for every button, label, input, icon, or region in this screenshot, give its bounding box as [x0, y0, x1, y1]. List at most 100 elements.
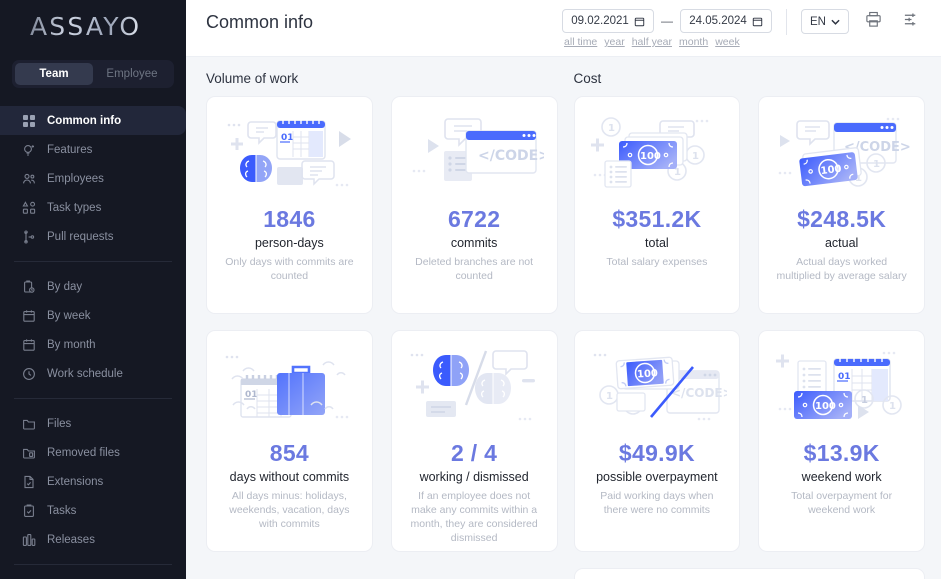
toggle-employee[interactable]: Employee	[93, 63, 171, 85]
suitcase-calendar-illustration: 01	[217, 341, 362, 437]
metric-card-total[interactable]: 1 1 1	[574, 96, 741, 314]
metric-description: Actual days worked multiplied by average…	[769, 256, 914, 284]
quick-range-half-year[interactable]: half year	[632, 36, 672, 48]
chevron-down-icon	[831, 16, 840, 28]
task-types-icon	[22, 201, 36, 215]
date-range-control: 09.02.2021 — 24.05.2024 all time year ha…	[562, 9, 772, 48]
metric-description: Only days with commits are counted	[217, 256, 362, 284]
sidebar-item-files[interactable]: Files	[0, 409, 186, 438]
svg-text:</CODE>: </CODE>	[478, 148, 544, 164]
sidebar-item-extensions[interactable]: Extensions	[0, 467, 186, 496]
printer-icon	[865, 11, 882, 33]
metric-description: Total overpayment for weekend work	[769, 490, 914, 518]
folder-icon	[22, 417, 36, 431]
metric-card-person-days[interactable]: 01 1846	[206, 96, 373, 314]
sidebar-item-work-schedule[interactable]: Work schedule	[0, 359, 186, 388]
metric-value: $351.2K	[612, 206, 701, 233]
top-bar-controls: 09.02.2021 — 24.05.2024 all time year ha…	[562, 9, 925, 48]
calendar-icon[interactable]	[752, 16, 763, 27]
quick-range-week[interactable]: week	[715, 36, 740, 48]
sidebar-item-label: By day	[47, 281, 82, 293]
date-fields: 09.02.2021 — 24.05.2024	[562, 9, 772, 33]
svg-text:1: 1	[606, 391, 613, 402]
sidebar-group-1: Common info Features Employees Task type…	[0, 102, 186, 255]
sidebar-item-by-month[interactable]: By month	[0, 330, 186, 359]
folder-trash-icon	[22, 446, 36, 460]
metric-label: total	[645, 236, 669, 250]
svg-text:1: 1	[861, 395, 868, 406]
metric-card-days-without-commits[interactable]: 01 854	[206, 330, 373, 552]
metric-description: If an employee does not make any commits…	[402, 490, 547, 545]
sidebar-item-label: Features	[47, 144, 92, 156]
sidebar-item-label: Task types	[47, 202, 101, 214]
sidebar-group-3: Files Removed files Extensions Tasks Rel…	[0, 405, 186, 558]
clock-icon	[22, 367, 36, 381]
metric-label: commits	[451, 236, 498, 250]
sidebar-item-label: Tasks	[47, 505, 76, 517]
metric-card-commits[interactable]: </CODE> 6722 commits Deleted branches ar…	[391, 96, 558, 314]
sidebar-item-label: Extensions	[47, 476, 103, 488]
sidebar-item-removed-files[interactable]: Removed files	[0, 438, 186, 467]
quick-range-month[interactable]: month	[679, 36, 708, 48]
print-button[interactable]	[859, 9, 887, 35]
date-to-input[interactable]: 24.05.2024	[680, 9, 772, 33]
sidebar-item-by-day[interactable]: By day	[0, 272, 186, 301]
date-from-input[interactable]: 09.02.2021	[562, 9, 654, 33]
sidebar-item-releases[interactable]: Releases	[0, 525, 186, 554]
svg-text:1: 1	[692, 151, 699, 162]
sidebar: ASSAYO Team Employee Common info Feature…	[0, 0, 186, 579]
sidebar-item-label: Files	[47, 418, 71, 430]
page-title: Common info	[206, 12, 313, 33]
quick-range-year[interactable]: year	[604, 36, 624, 48]
sidebar-item-task-types[interactable]: Task types	[0, 193, 186, 222]
metric-value: 2 / 4	[451, 440, 497, 467]
sidebar-item-common-info[interactable]: Common info	[0, 106, 186, 135]
toggle-team[interactable]: Team	[15, 63, 93, 85]
metric-value: 1846	[263, 206, 315, 233]
card-row: 1 1 1	[574, 96, 926, 314]
svg-text:1: 1	[608, 123, 615, 134]
quick-range-all-time[interactable]: all time	[564, 36, 597, 48]
date-to-value: 24.05.2024	[689, 15, 747, 27]
section-columns: Volume of work	[206, 71, 925, 579]
calendar-icon	[22, 309, 36, 323]
metric-card-working-dismissed[interactable]: 2 / 4 working / dismissed If an employee…	[391, 330, 558, 552]
sidebar-item-label: Work schedule	[47, 368, 123, 380]
sidebar-item-pull-requests[interactable]: Pull requests	[0, 222, 186, 251]
sidebar-item-features[interactable]: Features	[0, 135, 186, 164]
lightbulb-icon	[22, 143, 36, 157]
dashboard-content: Volume of work	[186, 57, 941, 579]
sidebar-item-label: By week	[47, 310, 90, 322]
sidebar-item-employees[interactable]: Employees	[0, 164, 186, 193]
language-select[interactable]: EN	[801, 9, 849, 34]
calendar-icon[interactable]	[634, 16, 645, 27]
calendar-icon	[22, 338, 36, 352]
metric-value: $49.9K	[619, 440, 695, 467]
metric-description: Total salary expenses	[600, 256, 713, 270]
sidebar-divider	[14, 398, 172, 399]
metric-label: person-days	[255, 236, 324, 250]
code-window-illustration: </CODE>	[402, 107, 547, 203]
metric-label: actual	[825, 236, 858, 250]
sidebar-item-by-week[interactable]: By week	[0, 301, 186, 330]
sidebar-item-tasks[interactable]: Tasks	[0, 496, 186, 525]
metric-description: Deleted branches are not counted	[402, 256, 547, 284]
date-range-separator: —	[661, 14, 673, 28]
sidebar-item-all-commits[interactable]: All commits	[0, 575, 186, 579]
file-check-icon	[22, 475, 36, 489]
logo-wrap: ASSAYO	[0, 0, 186, 52]
sidebar-divider	[14, 564, 172, 565]
settings-button[interactable]	[897, 9, 925, 35]
metric-value: $13.9K	[804, 440, 880, 467]
toolbar-divider	[786, 9, 787, 35]
metric-card-actual[interactable]: </CODE> 1 1 100	[758, 96, 925, 314]
metric-card-possible-overpayment[interactable]: </CODE> 100	[574, 330, 741, 552]
releases-icon	[22, 533, 36, 547]
team-employee-toggle[interactable]: Team Employee	[12, 60, 174, 88]
metric-card-weekend-work[interactable]: 01 1 1 100	[758, 330, 925, 552]
section-title: Cost	[574, 71, 926, 86]
section-title: Volume of work	[206, 71, 558, 86]
svg-text:100: 100	[637, 368, 659, 380]
metric-label: weekend work	[802, 470, 882, 484]
money-code-illustration: </CODE> 1 1 100	[769, 107, 914, 203]
